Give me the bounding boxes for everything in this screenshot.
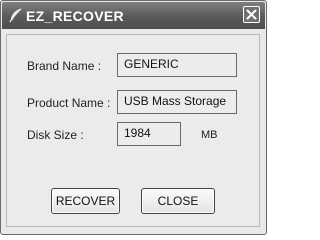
disk-size-unit: MB xyxy=(201,129,218,141)
close-button[interactable]: CLOSE xyxy=(141,188,215,214)
product-name-field[interactable]: USB Mass Storage xyxy=(117,90,237,114)
product-name-label: Product Name : xyxy=(27,96,111,110)
brand-name-field[interactable]: GENERIC xyxy=(117,53,237,77)
close-window-button[interactable] xyxy=(243,6,260,23)
disk-size-label: Disk Size : xyxy=(27,128,84,142)
feather-icon xyxy=(8,7,24,23)
window-title: EZ_RECOVER xyxy=(26,8,124,24)
title-bar[interactable]: EZ_RECOVER xyxy=(2,2,265,29)
ez-recover-dialog: EZ_RECOVER Brand Name : GENERIC Product … xyxy=(0,0,267,235)
close-icon xyxy=(246,9,257,20)
disk-size-field[interactable]: 1984 xyxy=(117,122,181,146)
recover-button[interactable]: RECOVER xyxy=(51,188,120,214)
brand-name-label: Brand Name : xyxy=(27,59,102,73)
dialog-body: Brand Name : GENERIC Product Name : USB … xyxy=(6,34,260,227)
